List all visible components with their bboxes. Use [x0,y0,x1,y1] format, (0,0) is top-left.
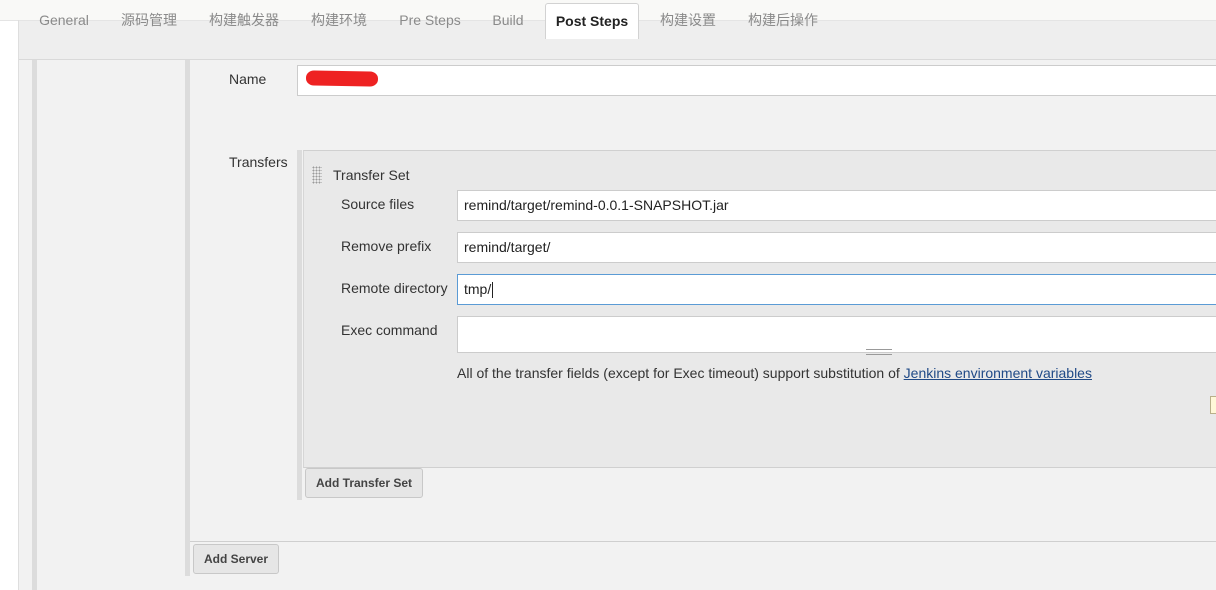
add-server-button[interactable]: Add Server [193,544,279,574]
jenkins-env-vars-link[interactable]: Jenkins environment variables [904,365,1092,381]
section-indent-bar [32,60,37,590]
help-text: All of the transfer fields (except for E… [457,365,904,381]
tab-post-build-actions[interactable]: 构建后操作 [739,3,827,37]
tab-build-settings[interactable]: 构建设置 [651,3,725,37]
tab-build[interactable]: Build [484,3,532,37]
remote-directory-input[interactable]: tmp/ [457,274,1216,305]
text-caret [492,282,494,299]
tab-source-code-management[interactable]: 源码管理 [112,3,186,37]
source-files-input[interactable]: remind/target/remind-0.0.1-SNAPSHOT.jar [457,190,1216,221]
server-indent-bar [185,60,190,576]
tab-general[interactable]: General [30,3,98,37]
server-name-input[interactable] [297,65,1216,96]
exec-command-textarea[interactable] [457,316,1216,353]
tab-build-environment[interactable]: 构建环境 [302,3,376,37]
textarea-resize-handle[interactable] [866,349,892,355]
source-files-label: Source files [341,196,415,212]
transfer-help-text: All of the transfer fields (except for E… [457,365,1092,381]
remove-prefix-label: Remove prefix [341,238,432,254]
redaction-mark [305,70,379,87]
tab-post-steps[interactable]: Post Steps [545,3,639,39]
name-label: Name [229,71,267,87]
transfers-indent-bar [297,150,302,500]
add-transfer-set-button[interactable]: Add Transfer Set [305,468,423,498]
transfers-label: Transfers [229,154,288,170]
transfer-set-title: Transfer Set [333,167,410,183]
exec-command-label: Exec command [341,322,438,338]
server-divider [190,541,1216,542]
help-note-icon[interactable] [1210,396,1216,414]
tab-pre-steps[interactable]: Pre Steps [390,3,470,37]
remote-directory-label: Remote directory [341,280,448,296]
remote-directory-value: tmp/ [464,281,492,297]
drag-handle-icon[interactable] [312,166,322,184]
tab-build-triggers[interactable]: 构建触发器 [200,3,288,37]
remove-prefix-input[interactable]: remind/target/ [457,232,1216,263]
